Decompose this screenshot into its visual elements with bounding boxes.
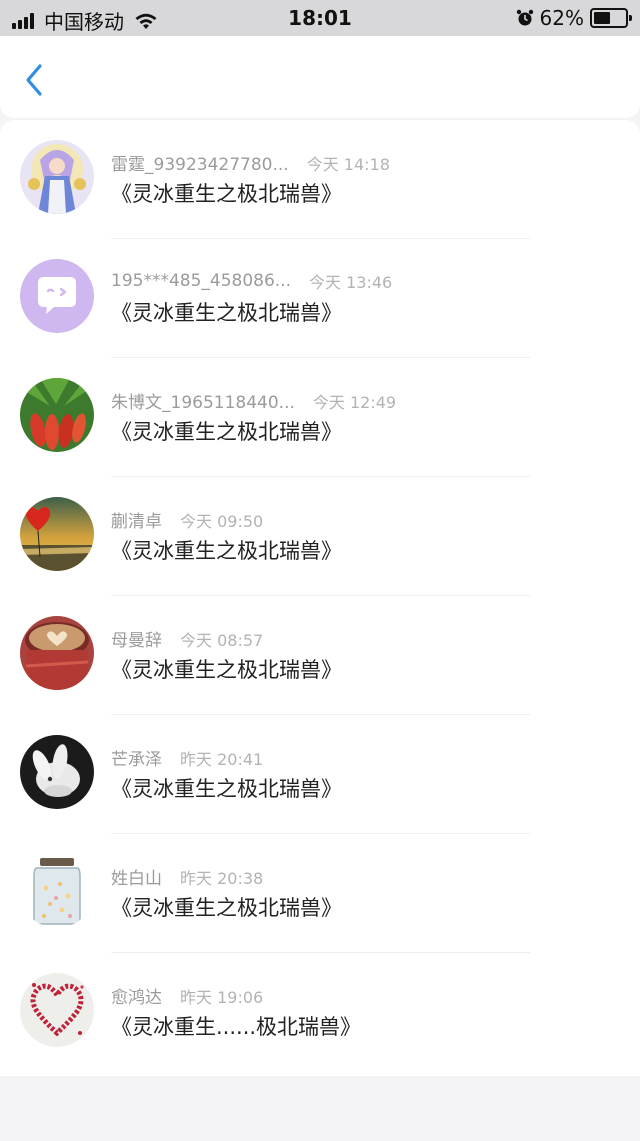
message-title: 《灵冰重生......极北瑞兽》 [111,1015,362,1039]
sender-name: 雷霆_93923427780... [111,155,289,175]
petal-heart-avatar [20,973,94,1047]
message-meta: 蒯清卓 今天 09:50 [111,507,264,533]
latte-art-avatar [20,616,94,690]
message-time: 今天 08:57 [180,630,264,650]
message-title: 《灵冰重生之极北瑞兽》 [111,182,342,206]
default-chat-bubble-avatar [20,259,94,333]
message-list: 雷霆_93923427780... 今天 14:18 《灵冰重生之极北瑞兽》 1… [0,120,640,1076]
glass-jar-lights-avatar [20,854,94,928]
avatar[interactable] [20,497,94,571]
alarm-icon [516,9,533,26]
message-title: 《灵冰重生之极北瑞兽》 [111,896,342,920]
sender-name: 姓白山 [111,869,162,889]
white-rabbit-avatar [20,735,94,809]
message-time: 昨天 20:38 [180,868,264,888]
message-meta: 芒承泽 昨天 20:41 [111,745,264,771]
message-meta: 愈鸿达 昨天 19:06 [111,983,264,1009]
sender-name: 195***485_458086... [111,271,292,291]
red-peppers-avatar [20,378,94,452]
avatar[interactable] [20,259,94,333]
sender-name: 芒承泽 [111,750,162,770]
sender-name: 蒯清卓 [111,512,162,532]
message-time: 昨天 19:06 [180,987,264,1007]
list-item[interactable]: 195***485_458086... 今天 13:46 《灵冰重生之极北瑞兽》 [0,239,640,358]
list-item[interactable]: 朱博文_1965118440... 今天 12:49 《灵冰重生之极北瑞兽》 [0,358,640,477]
chevron-left-icon [26,64,42,96]
avatar[interactable] [20,854,94,928]
list-item[interactable]: 愈鸿达 昨天 19:06 《灵冰重生......极北瑞兽》 [0,953,640,1072]
list-item[interactable]: 蒯清卓 今天 09:50 《灵冰重生之极北瑞兽》 [0,477,640,596]
heart-balloon-sunset-avatar [20,497,94,571]
message-title: 《灵冰重生之极北瑞兽》 [111,777,342,801]
avatar[interactable] [20,616,94,690]
navigation-bar [0,36,640,118]
sender-name: 朱博文_1965118440... [111,393,295,413]
battery-level [594,12,611,24]
list-item[interactable]: 芒承泽 昨天 20:41 《灵冰重生之极北瑞兽》 [0,715,640,834]
battery-icon [590,8,632,28]
list-item[interactable]: 姓白山 昨天 20:38 《灵冰重生之极北瑞兽》 [0,834,640,953]
avatar[interactable] [20,140,94,214]
back-button[interactable] [18,60,50,100]
message-meta: 朱博文_1965118440... 今天 12:49 [111,388,397,414]
message-title: 《灵冰重生之极北瑞兽》 [111,539,342,563]
message-title: 《灵冰重生之极北瑞兽》 [111,301,342,325]
list-item[interactable]: 雷霆_93923427780... 今天 14:18 《灵冰重生之极北瑞兽》 [0,120,640,239]
message-time: 今天 14:18 [306,154,390,174]
message-time: 今天 09:50 [180,511,264,531]
message-meta: 195***485_458086... 今天 13:46 [111,269,392,293]
sender-name: 母曼辞 [111,631,162,651]
message-meta: 母曼辞 今天 08:57 [111,626,264,652]
avatar[interactable] [20,735,94,809]
avatar[interactable] [20,973,94,1047]
message-meta: 姓白山 昨天 20:38 [111,864,264,890]
message-time: 今天 13:46 [309,273,393,292]
status-right: 62% [516,6,632,30]
message-title: 《灵冰重生之极北瑞兽》 [111,658,342,682]
avatar[interactable] [20,378,94,452]
message-time: 今天 12:49 [312,392,397,412]
status-bar: 中国移动 18:01 62% [0,0,640,36]
message-title: 《灵冰重生之极北瑞兽》 [111,420,342,444]
list-item[interactable]: 母曼辞 今天 08:57 《灵冰重生之极北瑞兽》 [0,596,640,715]
sender-name: 愈鸿达 [111,988,162,1008]
message-time: 昨天 20:41 [180,749,264,769]
battery-percent: 62% [539,6,584,30]
anime-character-avatar [20,140,94,214]
message-meta: 雷霆_93923427780... 今天 14:18 [111,150,390,176]
